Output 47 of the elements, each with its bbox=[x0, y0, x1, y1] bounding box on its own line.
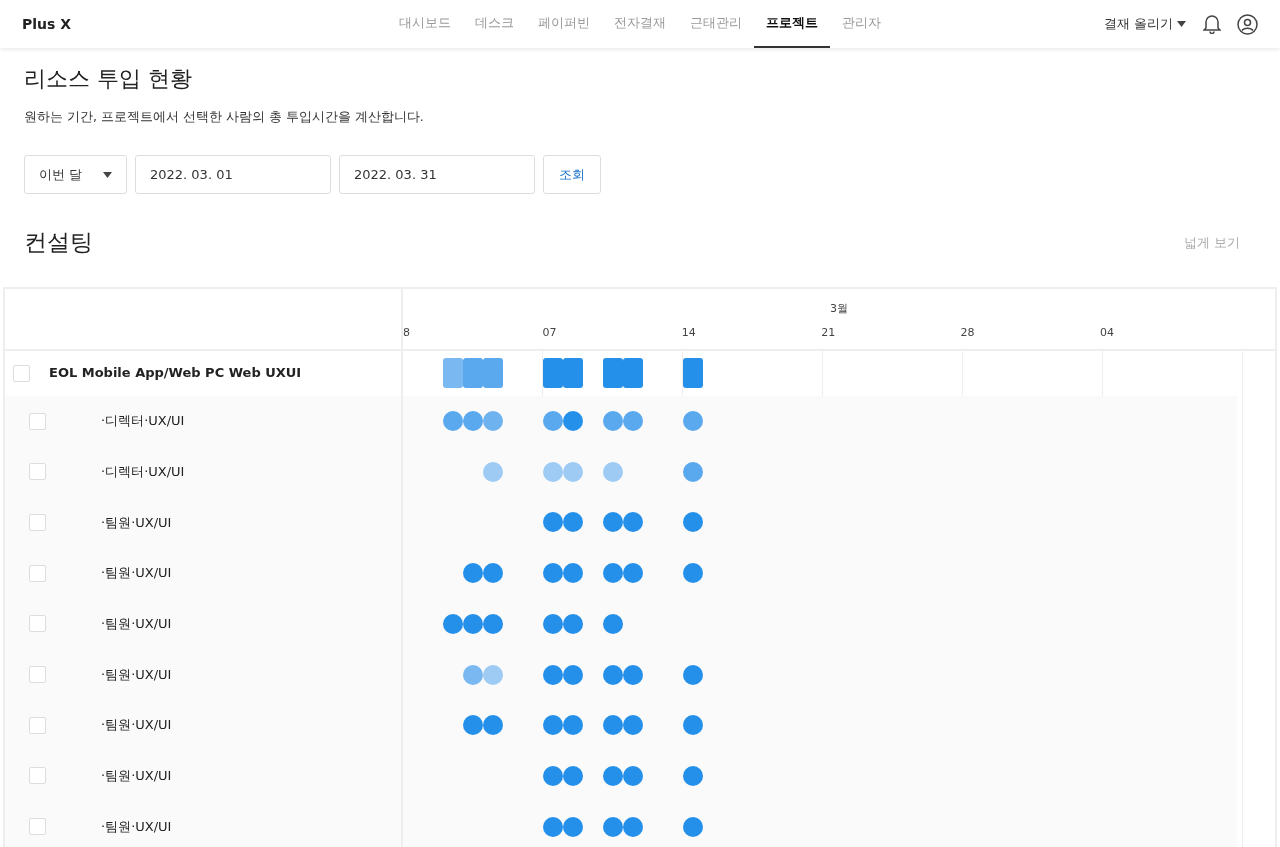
bell-icon[interactable] bbox=[1203, 14, 1221, 34]
caret-icon bbox=[1177, 21, 1186, 27]
section-title: 컨설팅 bbox=[24, 229, 93, 257]
row-label: ·디렉터·UX/UI bbox=[101, 463, 185, 481]
checkbox[interactable] bbox=[29, 666, 46, 683]
brand-logo[interactable]: Plus X bbox=[22, 13, 362, 35]
date-tick: 04 bbox=[1099, 325, 1114, 339]
row-label: ·디렉터·UX/UI bbox=[101, 412, 185, 431]
month-label: 3월 bbox=[830, 301, 848, 315]
checkbox[interactable] bbox=[29, 615, 46, 633]
row-label: ·팀원·UX/UI bbox=[101, 716, 172, 735]
date-tick: 8 bbox=[403, 325, 410, 339]
nav-tab[interactable]: 근태관리 bbox=[678, 0, 754, 48]
period-dropdown[interactable]: 이번 달 bbox=[24, 155, 127, 195]
row-label: ·팀원·UX/UI bbox=[101, 615, 172, 634]
date-field[interactable]: 2022. 03. 01 bbox=[135, 155, 331, 195]
nav-tab[interactable]: 프로젝트 bbox=[754, 0, 830, 48]
row-label: ·팀원·UX/UI bbox=[101, 665, 172, 684]
nav-tab[interactable]: 관리자 bbox=[830, 0, 893, 48]
row-label: ·팀원·UX/UI bbox=[101, 817, 172, 836]
checkbox[interactable] bbox=[13, 364, 30, 382]
date-tick: 28 bbox=[960, 325, 975, 339]
search-button[interactable]: 조회 bbox=[543, 155, 601, 195]
user-icon[interactable] bbox=[1237, 13, 1258, 35]
approval-menu-button[interactable]: 결재 올리기 bbox=[1102, 13, 1187, 35]
checkbox[interactable] bbox=[29, 513, 46, 531]
checkbox[interactable] bbox=[29, 564, 46, 582]
nav-tab[interactable]: 데스크 bbox=[463, 0, 526, 48]
page-description: 원하는 기간, 프로젝트에서 선택한 사람의 총 투입시간을 계산합니다. bbox=[24, 108, 425, 127]
nav-tab[interactable]: 대시보드 bbox=[387, 0, 463, 48]
date-tick: 21 bbox=[821, 325, 836, 339]
row-label: ·팀원·UX/UI bbox=[101, 767, 172, 786]
nav-tab[interactable]: 전자결재 bbox=[602, 0, 678, 48]
page-title: 리소스 투입 현황 bbox=[24, 66, 193, 93]
checkbox[interactable] bbox=[29, 818, 46, 836]
checkbox[interactable] bbox=[29, 412, 46, 430]
nav-tab[interactable]: 페이퍼빈 bbox=[526, 0, 602, 48]
row-label: ·팀원·UX/UI bbox=[101, 564, 172, 583]
caret-icon bbox=[103, 171, 112, 178]
checkbox[interactable] bbox=[29, 463, 46, 481]
row-label: ·팀원·UX/UI bbox=[101, 513, 172, 532]
date-tick: 07 bbox=[542, 325, 557, 339]
checkbox[interactable] bbox=[29, 767, 46, 785]
row-label: EOL Mobile App/Web PC Web UXUI bbox=[49, 364, 302, 383]
date-tick: 14 bbox=[681, 325, 696, 339]
checkbox[interactable] bbox=[29, 716, 46, 734]
date-field[interactable]: 2022. 03. 31 bbox=[339, 155, 535, 195]
